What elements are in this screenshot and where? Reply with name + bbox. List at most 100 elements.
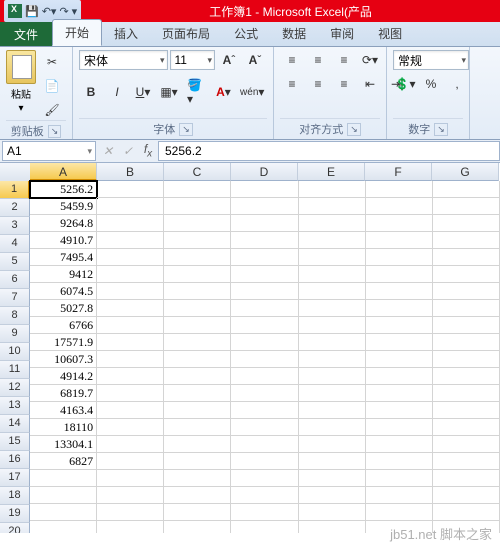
cell[interactable]	[366, 436, 433, 453]
tab-review[interactable]: 审阅	[318, 21, 366, 46]
fx-icon[interactable]: fx	[138, 142, 158, 159]
border-button[interactable]: ▦▾	[157, 82, 181, 102]
cell[interactable]	[433, 402, 500, 419]
cell[interactable]	[299, 232, 366, 249]
cell[interactable]	[299, 334, 366, 351]
cell[interactable]	[231, 385, 298, 402]
cell[interactable]	[231, 283, 298, 300]
tab-view[interactable]: 视图	[366, 21, 414, 46]
cell[interactable]	[299, 266, 366, 283]
cell[interactable]	[164, 385, 231, 402]
cell[interactable]	[231, 368, 298, 385]
row-header[interactable]: 12	[0, 379, 30, 397]
cell[interactable]	[299, 521, 366, 533]
cell[interactable]	[231, 181, 298, 198]
cell[interactable]	[299, 317, 366, 334]
cell[interactable]	[299, 249, 366, 266]
cell[interactable]	[164, 317, 231, 334]
cell[interactable]: 10607.3	[30, 351, 97, 368]
comma-icon[interactable]: ,	[445, 74, 469, 94]
underline-button[interactable]: U▾	[131, 82, 155, 102]
cell[interactable]	[433, 419, 500, 436]
cell[interactable]	[433, 504, 500, 521]
font-color-button[interactable]: A▾	[211, 82, 235, 102]
row-header[interactable]: 17	[0, 469, 30, 487]
tab-data[interactable]: 数据	[270, 21, 318, 46]
cell[interactable]	[433, 436, 500, 453]
cell[interactable]	[231, 419, 298, 436]
fill-color-button[interactable]: 🪣▾	[183, 76, 209, 108]
paste-dropdown-icon[interactable]: ▾	[18, 103, 23, 114]
cell[interactable]	[97, 470, 164, 487]
cell[interactable]	[164, 504, 231, 521]
cell[interactable]	[433, 385, 500, 402]
excel-icon[interactable]	[8, 4, 22, 18]
cell[interactable]	[366, 351, 433, 368]
cell[interactable]	[433, 181, 500, 198]
row-header[interactable]: 7	[0, 289, 30, 307]
cell[interactable]	[97, 436, 164, 453]
cell[interactable]	[433, 300, 500, 317]
cell[interactable]	[433, 198, 500, 215]
row-header[interactable]: 10	[0, 343, 30, 361]
cell[interactable]	[164, 266, 231, 283]
row-header[interactable]: 5	[0, 253, 30, 271]
tab-file[interactable]: 文件	[0, 22, 52, 46]
cell[interactable]	[97, 215, 164, 232]
cell[interactable]	[30, 487, 97, 504]
row-header[interactable]: 14	[0, 415, 30, 433]
cell[interactable]	[299, 283, 366, 300]
cell[interactable]	[97, 334, 164, 351]
cancel-icon[interactable]: ✕	[98, 144, 118, 158]
tab-home[interactable]: 开始	[52, 19, 102, 46]
cell[interactable]	[164, 368, 231, 385]
cell[interactable]	[231, 266, 298, 283]
cell[interactable]	[97, 487, 164, 504]
cell[interactable]	[97, 504, 164, 521]
name-box[interactable]: A1	[2, 141, 96, 161]
cell[interactable]	[164, 181, 231, 198]
cell[interactable]	[366, 368, 433, 385]
cell[interactable]	[299, 487, 366, 504]
number-format-combo[interactable]: 常规	[393, 50, 469, 70]
cell[interactable]	[164, 249, 231, 266]
cell[interactable]	[299, 504, 366, 521]
align-middle-icon[interactable]: ≡	[306, 50, 330, 70]
cell[interactable]: 5459.9	[30, 198, 97, 215]
cell[interactable]	[164, 215, 231, 232]
row-header[interactable]: 4	[0, 235, 30, 253]
tab-insert[interactable]: 插入	[102, 21, 150, 46]
cell[interactable]	[231, 351, 298, 368]
cell[interactable]	[231, 300, 298, 317]
font-launcher-icon[interactable]: ↘	[179, 123, 193, 136]
cell[interactable]	[231, 470, 298, 487]
cell[interactable]	[366, 470, 433, 487]
font-size-combo[interactable]: 11	[170, 50, 215, 70]
font-name-combo[interactable]: 宋体	[79, 50, 168, 70]
row-header[interactable]: 18	[0, 487, 30, 505]
cell[interactable]: 9412	[30, 266, 97, 283]
align-left-icon[interactable]: ≡	[280, 74, 304, 94]
cell[interactable]	[97, 283, 164, 300]
orientation-icon[interactable]: ⟳▾	[358, 50, 382, 70]
cell[interactable]	[97, 351, 164, 368]
copy-icon[interactable]: 📄	[40, 76, 64, 96]
cell[interactable]	[299, 181, 366, 198]
cell[interactable]	[164, 198, 231, 215]
cell[interactable]	[433, 317, 500, 334]
row-header[interactable]: 19	[0, 505, 30, 523]
cell[interactable]	[97, 521, 164, 533]
cell[interactable]	[366, 317, 433, 334]
number-launcher-icon[interactable]: ↘	[434, 123, 448, 136]
cell[interactable]	[366, 283, 433, 300]
cell[interactable]	[164, 300, 231, 317]
cell[interactable]: 4163.4	[30, 402, 97, 419]
save-icon[interactable]: 💾	[25, 5, 39, 18]
tab-page-layout[interactable]: 页面布局	[150, 21, 222, 46]
cell[interactable]	[433, 249, 500, 266]
format-painter-icon[interactable]: 🖌	[40, 100, 64, 120]
redo-icon[interactable]: ↷	[59, 5, 68, 18]
cut-icon[interactable]: ✂	[40, 52, 64, 72]
cell[interactable]	[164, 351, 231, 368]
col-header-F[interactable]: F	[365, 163, 432, 181]
